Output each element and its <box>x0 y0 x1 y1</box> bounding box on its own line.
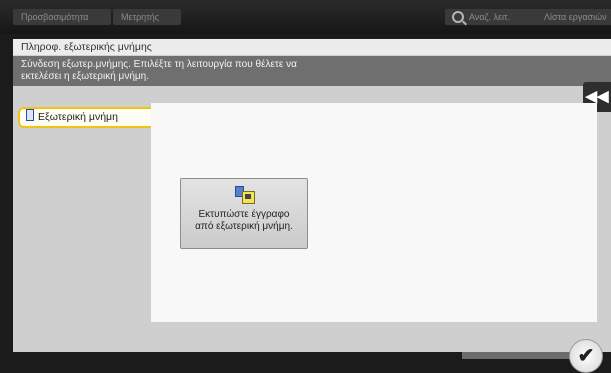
page-title: Πληροφ. εξωτερικής μνήμης <box>13 39 611 55</box>
function-search-label: Αναζ. λειτ. <box>469 12 511 22</box>
top-bar: Προσβασιμότητα Μετρητής Αναζ. λειτ. Λίστ… <box>0 0 611 34</box>
instruction-message: Σύνδεση εξωτερ.μνήμης. Επιλέξτε τη λειτο… <box>13 56 611 86</box>
status-progress-bar <box>462 352 572 359</box>
print-from-memory-icon <box>235 186 255 204</box>
instruction-line-2: εκτελέσει η εξωτερική μνήμη. <box>21 71 149 82</box>
job-list-button[interactable]: Λίστα εργασιών <box>536 9 611 25</box>
print-button-label-line-2: από εξωτερική μνήμη. <box>195 221 293 232</box>
tab-external-memory[interactable]: Εξωτερική μνήμη <box>18 107 155 128</box>
ok-check-icon[interactable]: ✔ <box>569 339 603 373</box>
accessibility-button[interactable]: Προσβασιμότητα <box>13 9 111 25</box>
function-search-button[interactable]: Αναζ. λειτ. <box>445 9 547 25</box>
counter-button[interactable]: Μετρητής <box>113 9 181 25</box>
memory-icon <box>26 109 34 121</box>
print-from-external-memory-button[interactable]: Εκτυπώστε έγγραφο από εξωτερική μνήμη. <box>180 178 308 249</box>
print-button-label-line-1: Εκτυπώστε έγγραφο <box>198 209 290 220</box>
search-icon <box>452 11 464 23</box>
tab-label: Εξωτερική μνήμη <box>38 111 118 123</box>
instruction-line-1: Σύνδεση εξωτερ.μνήμης. Επιλέξτε τη λειτο… <box>21 59 297 70</box>
